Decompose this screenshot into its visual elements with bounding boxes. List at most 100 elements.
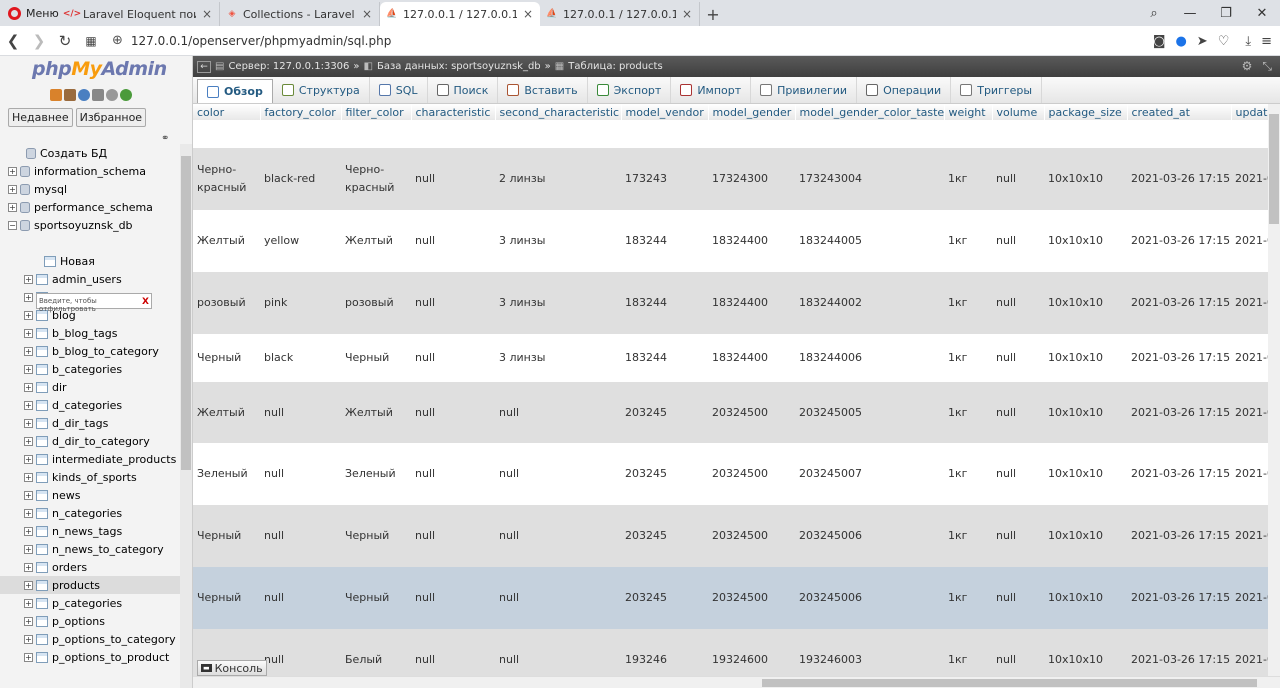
table-cell[interactable]: null — [495, 443, 621, 505]
expand-icon[interactable]: + — [24, 292, 33, 302]
table-cell[interactable]: null — [411, 148, 495, 210]
table-item-p_options_to_category[interactable]: + p_options_to_category — [0, 630, 180, 648]
table-item-b_blog_tags[interactable]: + b_blog_tags — [0, 324, 180, 342]
table-cell[interactable]: 10x10x10 — [1044, 382, 1127, 443]
database-item-performance_schema[interactable]: + performance_schema — [0, 198, 180, 216]
table-item-dir[interactable]: + dir — [0, 378, 180, 396]
table-cell[interactable]: Черный — [341, 567, 411, 629]
camera-icon[interactable]: ◙ — [1153, 34, 1166, 49]
expand-icon[interactable]: + — [24, 598, 33, 608]
table-cell[interactable]: null — [992, 272, 1044, 334]
help-icon[interactable] — [78, 89, 90, 101]
tab-browse[interactable]: Обзор — [197, 79, 273, 103]
table-cell[interactable]: Черный — [193, 567, 260, 629]
table-cell[interactable]: 10x10x10 — [1044, 567, 1127, 629]
expand-icon[interactable]: + — [24, 382, 33, 392]
table-cell[interactable]: null — [411, 334, 495, 382]
table-cell[interactable]: 1кг — [944, 210, 992, 272]
expand-icon[interactable]: + — [24, 652, 33, 662]
table-cell[interactable]: Зеленый — [341, 443, 411, 505]
table-row[interactable]: Зеленый null Зеленый null null 203245 20324500… — [193, 443, 1280, 505]
exit-icon[interactable] — [64, 89, 76, 101]
expand-icon[interactable]: + — [24, 544, 33, 554]
phpmyadmin-logo[interactable]: phpMyAdmin — [32, 58, 167, 80]
close-icon[interactable]: × — [361, 7, 373, 21]
expand-icon[interactable]: + — [24, 418, 33, 428]
expand-icon[interactable]: + — [24, 436, 33, 446]
table-cell[interactable]: 203245 — [621, 382, 708, 443]
column-header-model_gender[interactable]: model_gender — [708, 104, 796, 120]
table-row[interactable]: Черный black Черный null 3 линзы 183244 183244… — [193, 334, 1280, 382]
table-cell[interactable]: null — [260, 443, 341, 505]
send-icon[interactable]: ➤ — [1197, 34, 1208, 49]
table-cell[interactable]: Черно-красный — [341, 148, 411, 210]
table-cell[interactable]: Черный — [193, 505, 260, 567]
table-cell[interactable]: Черно-красный — [193, 148, 260, 210]
expand-icon[interactable]: + — [24, 562, 33, 572]
opera-menu-button[interactable]: Меню — [0, 0, 60, 26]
new-tab-button[interactable]: + — [700, 2, 726, 26]
table-cell[interactable]: 173243 — [621, 148, 708, 210]
table-cell[interactable]: 203245006 — [795, 567, 944, 629]
table-item-products[interactable]: + products — [0, 576, 180, 594]
column-header-package_size[interactable]: package_size — [1044, 104, 1128, 120]
collapse-icon[interactable]: − — [8, 220, 17, 230]
table-cell[interactable]: 20324500 — [708, 382, 795, 443]
browser-tab-1[interactable]: </> Laravel Eloquent поиск по × — [60, 2, 220, 26]
table-cell[interactable]: 203245005 — [795, 382, 944, 443]
table-cell[interactable]: null — [411, 382, 495, 443]
table-item-d_dir_tags[interactable]: + d_dir_tags — [0, 414, 180, 432]
column-header-second_characteristic[interactable]: second_characteristic — [495, 104, 622, 120]
restore-icon[interactable]: ❐ — [1208, 6, 1244, 21]
table-cell[interactable]: null — [260, 505, 341, 567]
docs-icon[interactable] — [92, 89, 104, 101]
column-header-characteristic[interactable]: characteristic — [411, 104, 496, 120]
table-cell[interactable]: 17324300 — [708, 148, 795, 210]
tab-export[interactable]: Экспорт — [588, 77, 672, 103]
table-cell[interactable]: null — [411, 505, 495, 567]
expand-icon[interactable]: + — [24, 400, 33, 410]
table-cell[interactable]: 183244002 — [795, 272, 944, 334]
create-database-item[interactable]: Создать БД — [0, 144, 180, 162]
table-cell[interactable]: Черный — [341, 505, 411, 567]
table-cell[interactable]: Желтый — [193, 210, 260, 272]
table-cell[interactable]: null — [260, 567, 341, 629]
table-cell[interactable]: 1кг — [944, 443, 992, 505]
table-cell[interactable]: 2021-03-26 17:15:53 — [1127, 443, 1231, 505]
new-table-item[interactable]: Новая — [0, 252, 180, 270]
close-icon[interactable]: × — [201, 7, 213, 21]
table-item-intermediate_products[interactable]: + intermediate_products — [0, 450, 180, 468]
database-item-mysql[interactable]: + mysql — [0, 180, 180, 198]
table-cell[interactable]: 1кг — [944, 148, 992, 210]
table-item-n_categories[interactable]: + n_categories — [0, 504, 180, 522]
table-cell[interactable]: black-red — [260, 148, 341, 210]
table-cell[interactable]: розовый — [193, 272, 260, 334]
column-header-model_gender_color_taste[interactable]: model_gender_color_taste — [795, 104, 945, 120]
sidebar-scrollbar-thumb[interactable] — [181, 156, 191, 470]
table-cell[interactable]: black — [260, 334, 341, 382]
table-cell[interactable]: 183244006 — [795, 334, 944, 382]
column-header-filter_color[interactable]: filter_color — [341, 104, 412, 120]
table-cell[interactable]: null — [992, 382, 1044, 443]
table-cell[interactable]: 203245006 — [795, 505, 944, 567]
heart-icon[interactable]: ♡ — [1218, 34, 1230, 49]
column-header-model_vendor[interactable]: model_vendor — [621, 104, 709, 120]
table-item-b_categories[interactable]: + b_categories — [0, 360, 180, 378]
table-cell[interactable]: Желтый — [193, 382, 260, 443]
table-row[interactable]: розовый pink розовый null 3 линзы 183244 18324… — [193, 272, 1280, 334]
expand-icon[interactable]: + — [24, 274, 33, 284]
close-icon[interactable]: × — [522, 7, 534, 21]
table-item-p_categories[interactable]: + p_categories — [0, 594, 180, 612]
database-item-sportsoyuznsk_db[interactable]: − sportsoyuznsk_db — [0, 216, 180, 234]
tab-import[interactable]: Импорт — [671, 77, 752, 103]
table-item-n_news_tags[interactable]: + n_news_tags — [0, 522, 180, 540]
table-item-news[interactable]: + news — [0, 486, 180, 504]
table-cell[interactable]: Желтый — [341, 382, 411, 443]
table-cell[interactable]: 183244 — [621, 210, 708, 272]
url-field[interactable]: ⊕ 127.0.0.1/openserver/phpmyadmin/sql.ph… — [112, 33, 391, 48]
expand-icon[interactable]: + — [24, 328, 33, 338]
table-cell[interactable]: 2021-03-26 17:15:53 — [1127, 148, 1231, 210]
tab-insert[interactable]: Вставить — [498, 77, 588, 103]
table-cell[interactable]: pink — [260, 272, 341, 334]
table-cell[interactable]: 1кг — [944, 567, 992, 629]
